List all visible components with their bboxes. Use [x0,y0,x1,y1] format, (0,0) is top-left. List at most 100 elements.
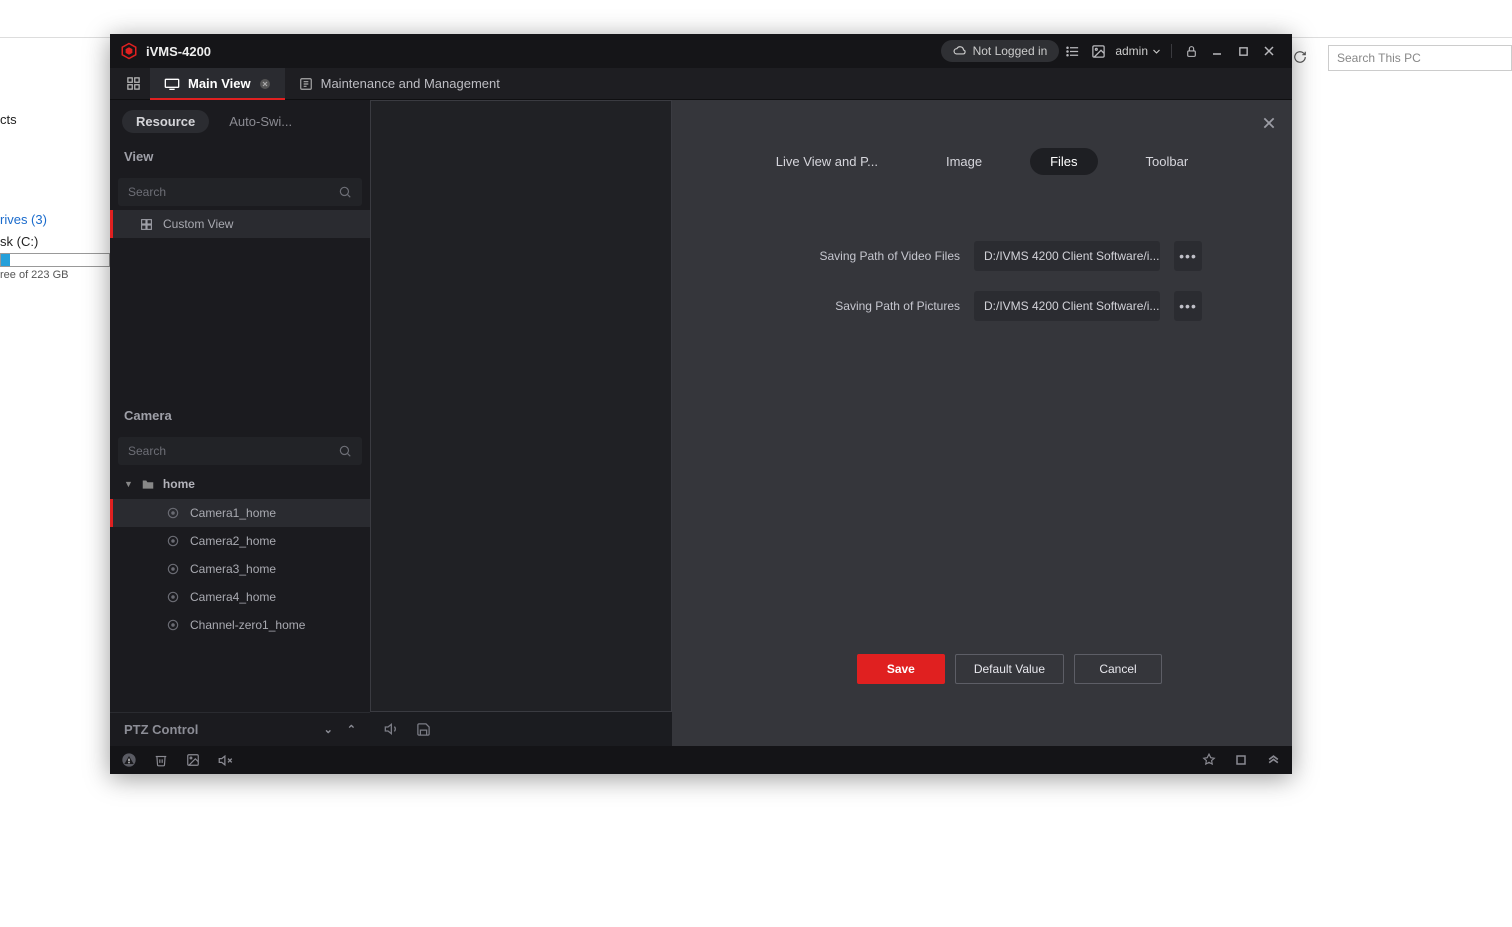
status-bar [110,746,1292,774]
picture-path-label: Saving Path of Pictures [835,299,960,313]
camera-item-label: Camera2_home [190,534,276,548]
folder-icon [141,478,155,490]
cloud-icon [953,44,967,58]
dialog-tab-files[interactable]: Files [1030,148,1097,175]
dialog-tab-liveview[interactable]: Live View and P... [756,148,898,175]
video-path-browse-button[interactable]: ••• [1174,241,1202,271]
camera-group-home-label: home [163,477,195,491]
camera-icon [166,562,180,576]
camera-search-placeholder: Search [128,444,166,458]
picture-path-browse-button[interactable]: ••• [1174,291,1202,321]
camera-item[interactable]: Camera3_home [110,555,370,583]
minimize-button[interactable] [1204,38,1230,64]
app-title: iVMS-4200 [146,44,211,59]
login-status-text: Not Logged in [973,44,1048,58]
grid-icon [140,218,153,231]
picture-path-input[interactable]: D:/IVMS 4200 Client Software/i... [974,291,1160,321]
user-name: admin [1115,44,1148,58]
dialog-tab-image[interactable]: Image [926,148,1002,175]
drive-free-text: ree of 223 GB [0,269,110,281]
camera-icon [166,534,180,548]
drive-label: sk (C:) [0,234,110,249]
dialog-buttons: Save Default Value Cancel [857,654,1162,684]
monitor-icon [164,78,180,90]
tab-close-icon[interactable] [259,78,271,90]
explorer-search-input[interactable]: Search This PC [1328,45,1512,71]
user-menu[interactable]: admin [1115,44,1161,58]
chevron-down-icon [1152,47,1161,56]
camera-item[interactable]: Channel-zero1_home [110,611,370,639]
lock-icon[interactable] [1178,38,1204,64]
image-icon[interactable] [184,751,202,769]
dialog-close-button[interactable] [1258,112,1280,134]
alert-icon[interactable] [120,751,138,769]
explorer-nav-item[interactable]: cts [0,112,17,127]
save-button[interactable]: Save [857,654,945,684]
chevron-down-icon: ▼ [124,479,133,489]
camera-search-input[interactable]: Search [118,437,362,465]
sidebar: Resource Auto-Swi... View Search Custom … [110,100,370,746]
camera-icon [166,590,180,604]
volume-icon[interactable] [384,721,400,737]
view-section-header: View [110,139,370,174]
video-path-input[interactable]: D:/IVMS 4200 Client Software/i... [974,241,1160,271]
app-body: Resource Auto-Swi... View Search Custom … [110,100,1292,746]
camera-item-label: Channel-zero1_home [190,618,305,632]
video-viewport[interactable] [370,100,672,712]
dialog-form: Saving Path of Video Files D:/IVMS 4200 … [672,231,1292,331]
save-view-icon[interactable] [416,722,431,737]
drive-usage-bar [0,253,110,267]
view-search-placeholder: Search [128,185,166,199]
camera-icon [166,618,180,632]
settings-dialog: Live View and P... Image Files Toolbar S… [672,100,1292,746]
camera-item-label: Camera1_home [190,506,276,520]
cancel-button[interactable]: Cancel [1074,654,1162,684]
list-icon[interactable] [1059,38,1085,64]
ptz-label: PTZ Control [124,722,198,737]
camera-item[interactable]: Camera2_home [110,527,370,555]
ivms-titlebar: iVMS-4200 Not Logged in admin [110,34,1292,68]
search-icon [338,444,352,458]
sidebar-tab-autoswitch[interactable]: Auto-Swi... [215,110,306,133]
mute-icon[interactable] [216,751,234,769]
view-item-custom-label: Custom View [163,217,233,231]
camera-group-home[interactable]: ▼ home [110,469,370,499]
ptz-control-header[interactable]: PTZ Control ⌄ ⌃ [110,712,370,746]
picture-icon[interactable] [1085,38,1111,64]
tab-main-view[interactable]: Main View [150,68,285,99]
module-tabbar: Main View Maintenance and Management [110,68,1292,100]
view-search-input[interactable]: Search [118,178,362,206]
tab-main-view-label: Main View [188,76,251,91]
ivms-window: iVMS-4200 Not Logged in admin [110,34,1292,774]
camera-item-label: Camera3_home [190,562,276,576]
apps-grid-icon[interactable] [116,68,150,99]
drives-header[interactable]: rives (3) [0,212,47,227]
sidebar-mode-tabs: Resource Auto-Swi... [110,100,370,139]
video-path-label: Saving Path of Video Files [819,249,960,263]
view-item-custom[interactable]: Custom View [110,210,370,238]
pin-icon[interactable] [1200,751,1218,769]
search-icon [338,185,352,199]
camera-item[interactable]: Camera1_home [110,499,370,527]
drive-row[interactable]: sk (C:) ree of 223 GB [0,234,110,281]
camera-section-header: Camera [110,398,370,433]
trash-icon[interactable] [152,751,170,769]
tab-maintenance[interactable]: Maintenance and Management [285,68,514,99]
maximize-button[interactable] [1230,38,1256,64]
default-value-button[interactable]: Default Value [955,654,1064,684]
dialog-tab-toolbar[interactable]: Toolbar [1126,148,1209,175]
sidebar-tab-resource[interactable]: Resource [122,110,209,133]
restore-icon[interactable] [1232,751,1250,769]
ivms-logo-icon [120,42,138,60]
collapse-icon[interactable] [1264,751,1282,769]
chevron-up-icon[interactable]: ⌃ [347,723,356,736]
chevron-down-icon[interactable]: ⌄ [324,723,333,736]
close-button[interactable] [1256,38,1282,64]
main-area: Live View and P... Image Files Toolbar S… [370,100,1292,746]
login-status-pill[interactable]: Not Logged in [941,40,1060,62]
explorer-ribbon [0,0,1512,38]
camera-item[interactable]: Camera4_home [110,583,370,611]
tab-maintenance-label: Maintenance and Management [321,76,500,91]
row-video-path: Saving Path of Video Files D:/IVMS 4200 … [672,231,1292,281]
dialog-tabs: Live View and P... Image Files Toolbar [672,100,1292,175]
